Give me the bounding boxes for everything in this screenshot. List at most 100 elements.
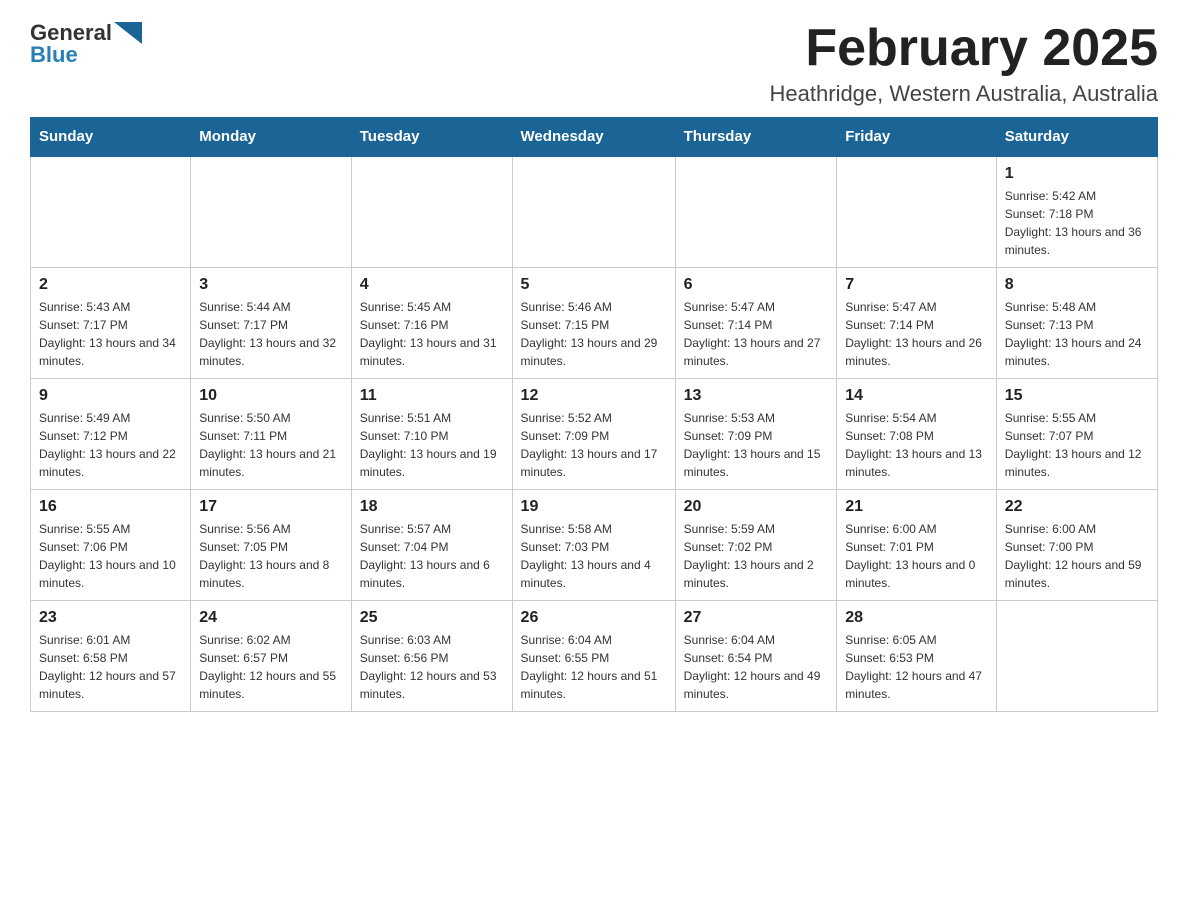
day-number: 23	[39, 609, 182, 627]
day-info: Sunrise: 6:05 AMSunset: 6:53 PMDaylight:…	[845, 631, 988, 703]
calendar-day-cell: 14 Sunrise: 5:54 AMSunset: 7:08 PMDayligh…	[837, 379, 997, 490]
calendar-day-cell: 7Sunrise: 5:47 AMSunset: 7:14 PMDaylight…	[837, 268, 997, 379]
day-info: Sunrise: 5:46 AMSunset: 7:15 PMDaylight:…	[521, 298, 667, 370]
location-title: Heathridge, Western Australia, Australia	[770, 81, 1158, 107]
calendar-day-cell: 2 Sunrise: 5:43 AMSunset: 7:17 PMDaylight…	[31, 268, 191, 379]
calendar-day-cell: 24Sunrise: 6:02 AMSunset: 6:57 PMDayligh…	[191, 601, 352, 712]
weekday-header-sunday: Sunday	[31, 118, 191, 157]
calendar-day-cell	[191, 156, 352, 268]
day-number: 14	[845, 387, 988, 405]
day-number: 8	[1005, 276, 1149, 294]
day-number: 16	[39, 498, 182, 516]
day-number: 13	[684, 387, 829, 405]
calendar-day-cell	[996, 601, 1157, 712]
day-info: Sunrise: 5:45 AMSunset: 7:16 PMDaylight:…	[360, 298, 504, 370]
calendar-table: SundayMondayTuesdayWednesdayThursdayFrid…	[30, 117, 1158, 712]
day-number: 9	[39, 387, 182, 405]
day-number: 6	[684, 276, 829, 294]
day-info: Sunrise: 5:49 AMSunset: 7:12 PMDaylight:…	[39, 409, 182, 481]
day-info: Sunrise: 6:04 AMSunset: 6:54 PMDaylight:…	[684, 631, 829, 703]
day-number: 4	[360, 276, 504, 294]
day-info: Sunrise: 6:03 AMSunset: 6:56 PMDaylight:…	[360, 631, 504, 703]
day-number: 5	[521, 276, 667, 294]
month-title: February 2025	[770, 20, 1158, 77]
calendar-day-cell: 23 Sunrise: 6:01 AMSunset: 6:58 PMDayligh…	[31, 601, 191, 712]
calendar-day-cell: 6 Sunrise: 5:47 AMSunset: 7:14 PMDaylight…	[675, 268, 837, 379]
day-info: Sunrise: 5:54 AMSunset: 7:08 PMDaylight:…	[845, 409, 988, 481]
day-number: 11	[360, 387, 504, 405]
calendar-day-cell: 5 Sunrise: 5:46 AMSunset: 7:15 PMDaylight…	[512, 268, 675, 379]
weekday-header-friday: Friday	[837, 118, 997, 157]
calendar-day-cell: 17 Sunrise: 5:56 AMSunset: 7:05 PMDayligh…	[191, 490, 352, 601]
day-number: 12	[521, 387, 667, 405]
day-info: Sunrise: 5:48 AMSunset: 7:13 PMDaylight:…	[1005, 298, 1149, 370]
title-section: February 2025 Heathridge, Western Austra…	[770, 20, 1158, 107]
day-number: 22	[1005, 498, 1149, 516]
weekday-header-wednesday: Wednesday	[512, 118, 675, 157]
calendar-day-cell: 15Sunrise: 5:55 AMSunset: 7:07 PMDayligh…	[996, 379, 1157, 490]
day-info: Sunrise: 5:55 AMSunset: 7:06 PMDaylight:…	[39, 520, 182, 592]
day-info: Sunrise: 6:04 AMSunset: 6:55 PMDaylight:…	[521, 631, 667, 703]
day-number: 1	[1005, 165, 1149, 183]
day-number: 18	[360, 498, 504, 516]
day-number: 19	[521, 498, 667, 516]
calendar-week-row: 23 Sunrise: 6:01 AMSunset: 6:58 PMDayligh…	[31, 601, 1158, 712]
day-info: Sunrise: 5:42 AMSunset: 7:18 PMDaylight:…	[1005, 187, 1149, 259]
calendar-day-cell: 3Sunrise: 5:44 AMSunset: 7:17 PMDaylight…	[191, 268, 352, 379]
day-number: 17	[199, 498, 343, 516]
calendar-day-cell: 26Sunrise: 6:04 AMSunset: 6:55 PMDayligh…	[512, 601, 675, 712]
day-number: 27	[684, 609, 829, 627]
calendar-day-cell	[31, 156, 191, 268]
day-number: 28	[845, 609, 988, 627]
day-info: Sunrise: 5:51 AMSunset: 7:10 PMDaylight:…	[360, 409, 504, 481]
calendar-day-cell: 25Sunrise: 6:03 AMSunset: 6:56 PMDayligh…	[351, 601, 512, 712]
day-number: 2	[39, 276, 182, 294]
day-number: 21	[845, 498, 988, 516]
day-info: Sunrise: 5:47 AMSunset: 7:14 PMDaylight:…	[684, 298, 829, 370]
calendar-day-cell: 1 Sunrise: 5:42 AMSunset: 7:18 PMDaylight…	[996, 156, 1157, 268]
day-number: 3	[199, 276, 343, 294]
logo: General Blue	[30, 20, 142, 68]
day-info: Sunrise: 6:00 AMSunset: 7:00 PMDaylight:…	[1005, 520, 1149, 592]
calendar-day-cell: 22 Sunrise: 6:00 AMSunset: 7:00 PMDayligh…	[996, 490, 1157, 601]
day-info: Sunrise: 5:58 AMSunset: 7:03 PMDaylight:…	[521, 520, 667, 592]
calendar-day-cell: 9 Sunrise: 5:49 AMSunset: 7:12 PMDaylight…	[31, 379, 191, 490]
calendar-day-cell	[351, 156, 512, 268]
day-info: Sunrise: 5:43 AMSunset: 7:17 PMDaylight:…	[39, 298, 182, 370]
day-number: 15	[1005, 387, 1149, 405]
calendar-day-cell: 19 Sunrise: 5:58 AMSunset: 7:03 PMDayligh…	[512, 490, 675, 601]
day-info: Sunrise: 5:50 AMSunset: 7:11 PMDaylight:…	[199, 409, 343, 481]
calendar-day-cell: 12 Sunrise: 5:52 AMSunset: 7:09 PMDayligh…	[512, 379, 675, 490]
calendar-day-cell: 13 Sunrise: 5:53 AMSunset: 7:09 PMDayligh…	[675, 379, 837, 490]
calendar-week-row: 1 Sunrise: 5:42 AMSunset: 7:18 PMDaylight…	[31, 156, 1158, 268]
day-info: Sunrise: 5:53 AMSunset: 7:09 PMDaylight:…	[684, 409, 829, 481]
page-header: General Blue February 2025 Heathridge, W…	[30, 20, 1158, 107]
day-number: 10	[199, 387, 343, 405]
calendar-day-cell	[675, 156, 837, 268]
calendar-day-cell: 8 Sunrise: 5:48 AMSunset: 7:13 PMDaylight…	[996, 268, 1157, 379]
day-info: Sunrise: 5:57 AMSunset: 7:04 PMDaylight:…	[360, 520, 504, 592]
weekday-header-saturday: Saturday	[996, 118, 1157, 157]
calendar-week-row: 9 Sunrise: 5:49 AMSunset: 7:12 PMDaylight…	[31, 379, 1158, 490]
calendar-day-cell: 27 Sunrise: 6:04 AMSunset: 6:54 PMDayligh…	[675, 601, 837, 712]
day-info: Sunrise: 6:01 AMSunset: 6:58 PMDaylight:…	[39, 631, 182, 703]
day-info: Sunrise: 6:00 AMSunset: 7:01 PMDaylight:…	[845, 520, 988, 592]
calendar-day-cell: 4 Sunrise: 5:45 AMSunset: 7:16 PMDaylight…	[351, 268, 512, 379]
day-info: Sunrise: 6:02 AMSunset: 6:57 PMDaylight:…	[199, 631, 343, 703]
weekday-header-tuesday: Tuesday	[351, 118, 512, 157]
calendar-day-cell: 18 Sunrise: 5:57 AMSunset: 7:04 PMDayligh…	[351, 490, 512, 601]
calendar-day-cell: 21 Sunrise: 6:00 AMSunset: 7:01 PMDayligh…	[837, 490, 997, 601]
day-info: Sunrise: 5:56 AMSunset: 7:05 PMDaylight:…	[199, 520, 343, 592]
calendar-week-row: 16 Sunrise: 5:55 AMSunset: 7:06 PMDayligh…	[31, 490, 1158, 601]
day-number: 7	[845, 276, 988, 294]
calendar-day-cell	[512, 156, 675, 268]
calendar-day-cell: 16 Sunrise: 5:55 AMSunset: 7:06 PMDayligh…	[31, 490, 191, 601]
calendar-day-cell: 10 Sunrise: 5:50 AMSunset: 7:11 PMDayligh…	[191, 379, 352, 490]
calendar-day-cell: 11 Sunrise: 5:51 AMSunset: 7:10 PMDayligh…	[351, 379, 512, 490]
calendar-day-cell: 28 Sunrise: 6:05 AMSunset: 6:53 PMDayligh…	[837, 601, 997, 712]
calendar-week-row: 2 Sunrise: 5:43 AMSunset: 7:17 PMDaylight…	[31, 268, 1158, 379]
day-info: Sunrise: 5:52 AMSunset: 7:09 PMDaylight:…	[521, 409, 667, 481]
weekday-header-thursday: Thursday	[675, 118, 837, 157]
calendar-day-cell	[837, 156, 997, 268]
day-number: 20	[684, 498, 829, 516]
